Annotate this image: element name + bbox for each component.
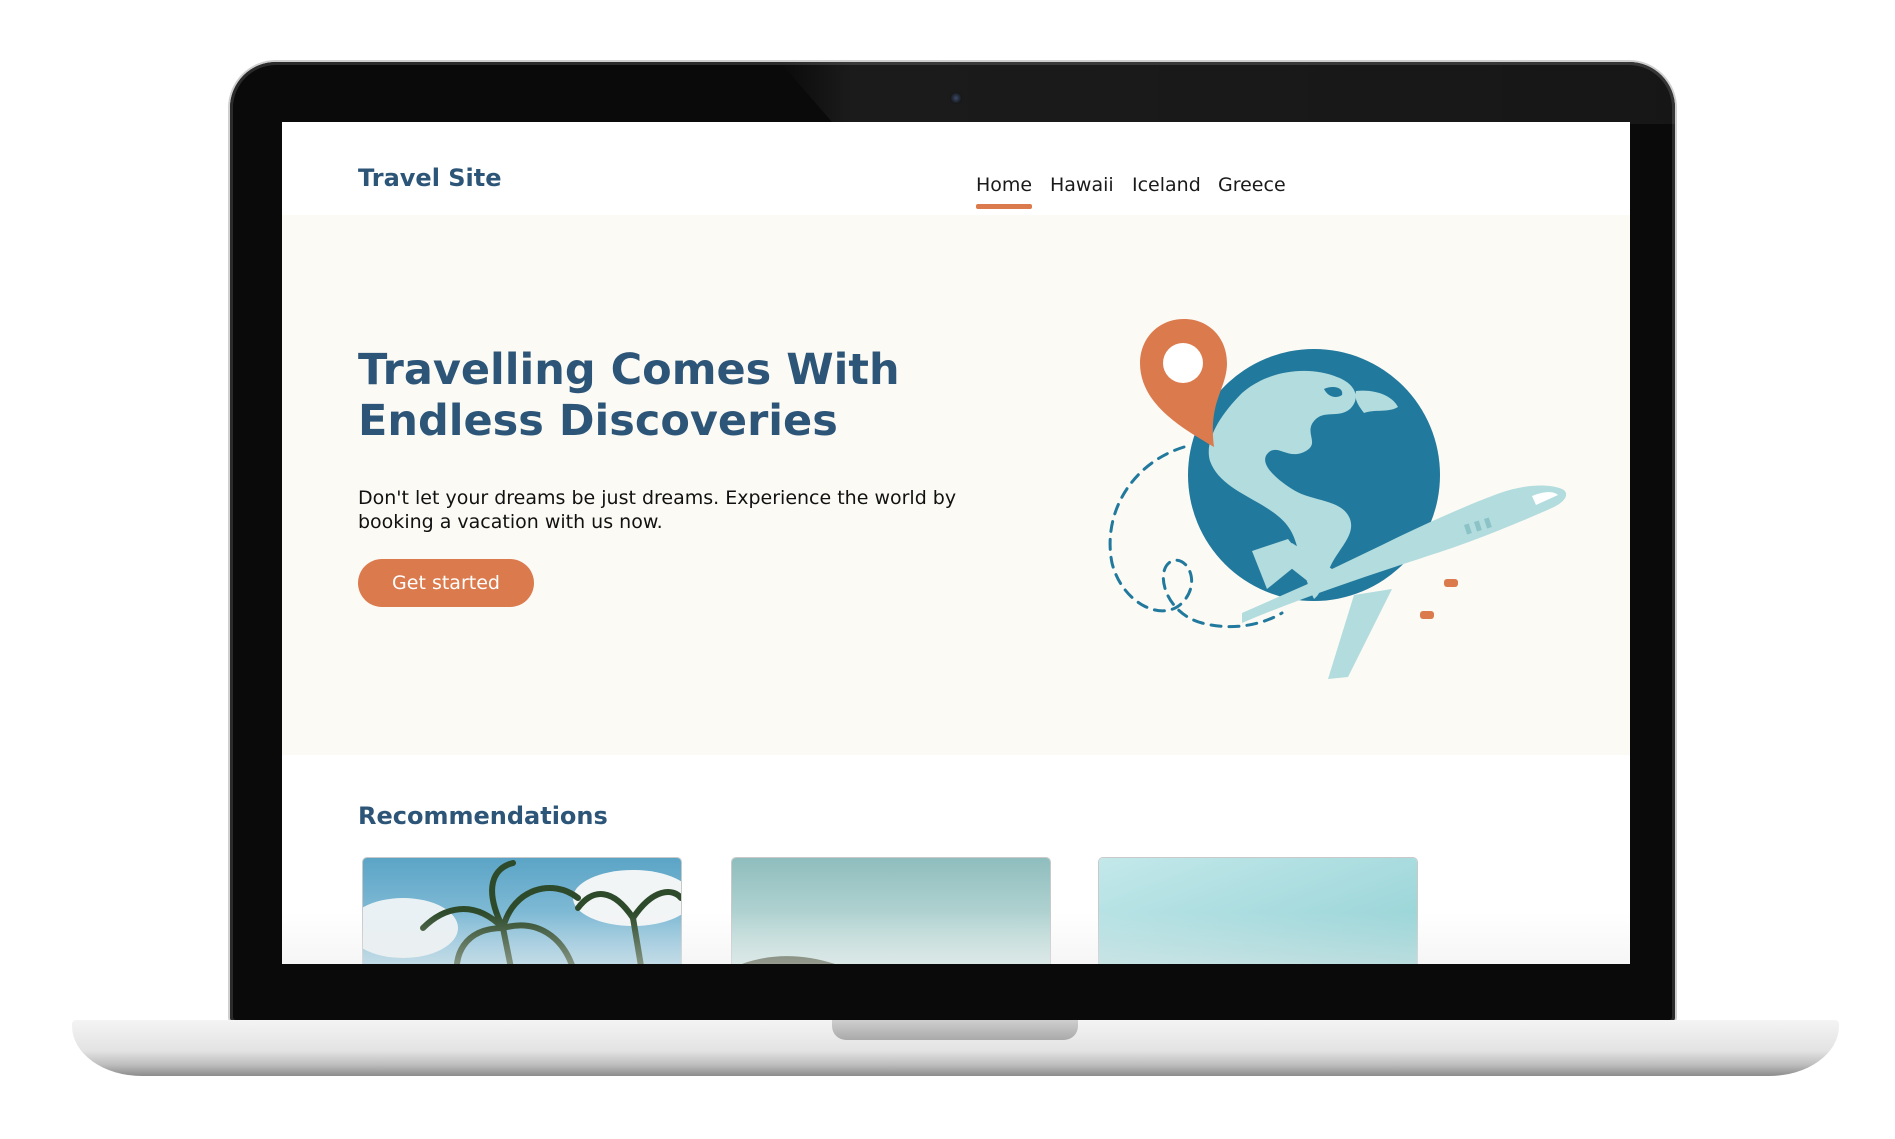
hero-section: Travelling Comes With Endless Discoverie… [282, 215, 1630, 755]
main-nav: Home Hawaii Iceland Greece [282, 174, 1630, 214]
hero-headline: Travelling Comes With Endless Discoverie… [358, 345, 978, 447]
recommendation-card-3[interactable] [1098, 857, 1418, 964]
nav-item-iceland[interactable]: Iceland [1132, 174, 1201, 196]
recommendation-card-2[interactable] [731, 857, 1051, 964]
travel-illustration [1108, 319, 1567, 679]
laptop-opening-notch [832, 1020, 1078, 1040]
recommendations-title: Recommendations [358, 802, 608, 830]
nav-item-hawaii[interactable]: Hawaii [1050, 174, 1114, 196]
coastline-photo [732, 858, 1050, 964]
nav-item-greece[interactable]: Greece [1218, 174, 1286, 196]
hero-headline-line2: Endless Discoveries [358, 396, 838, 446]
hero-subtitle-line2: booking a vacation with us now. [358, 511, 663, 533]
turquoise-water-photo [1099, 858, 1417, 964]
lid-glare [780, 62, 1675, 124]
recommendation-card-1[interactable] [362, 857, 682, 964]
hero-headline-line1: Travelling Comes With [358, 345, 900, 395]
get-started-button[interactable]: Get started [358, 559, 534, 607]
hero-subtitle: Don't let your dreams be just dreams. Ex… [358, 486, 978, 534]
nav-item-home[interactable]: Home [976, 174, 1033, 209]
webcam-icon [950, 92, 962, 104]
device-mockup: Travel Site Home Hawaii Iceland Greece T… [0, 0, 1895, 1139]
site-header: Travel Site Home Hawaii Iceland Greece [282, 122, 1630, 215]
palm-trees-photo [363, 858, 681, 964]
browser-viewport: Travel Site Home Hawaii Iceland Greece T… [282, 122, 1630, 964]
hero-subtitle-line1: Don't let your dreams be just dreams. Ex… [358, 487, 957, 509]
